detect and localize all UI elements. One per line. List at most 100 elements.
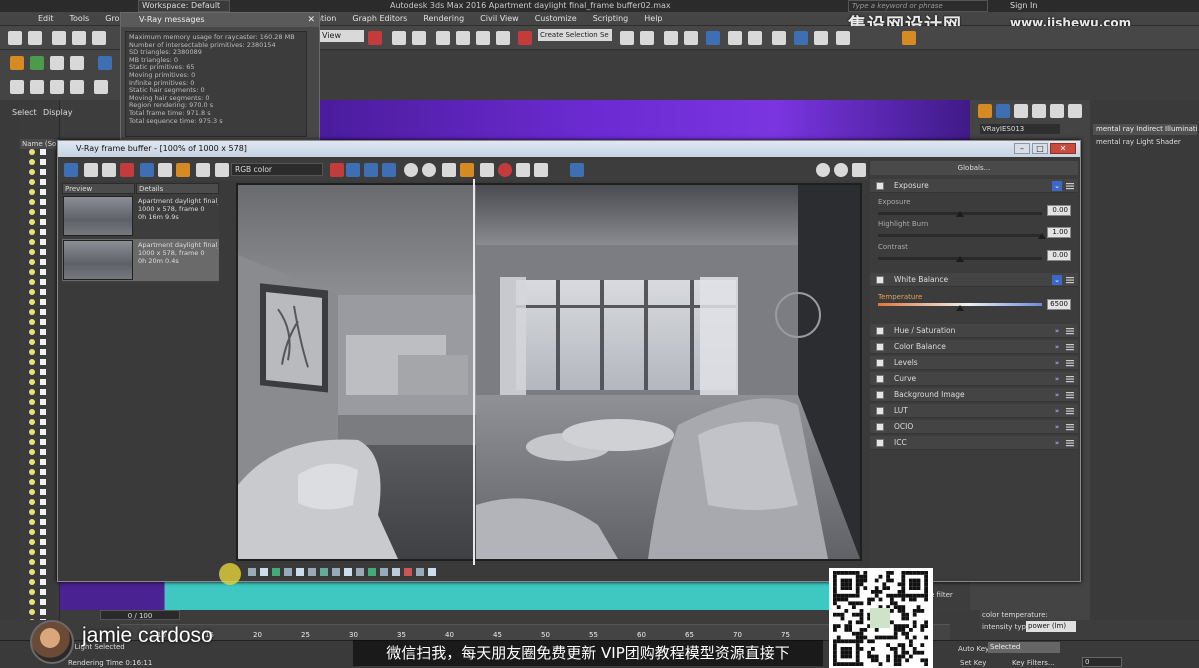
follow-mouse-icon[interactable] (534, 163, 548, 177)
slider-knob[interactable] (956, 211, 964, 217)
compare-b-icon[interactable] (176, 163, 190, 177)
vray-light-icon[interactable] (10, 80, 24, 94)
temperature-slider[interactable] (878, 303, 1042, 311)
close-icon[interactable]: ✕ (307, 13, 315, 27)
collapse-icon[interactable]: ⌄ (1052, 275, 1062, 285)
vray-dome-icon[interactable] (70, 80, 84, 94)
select-object-icon[interactable] (368, 31, 382, 45)
load-icon[interactable] (460, 163, 474, 177)
percent-snap-icon[interactable] (476, 31, 490, 45)
workspace-dropdown[interactable]: Workspace: Default (138, 0, 230, 12)
region-render-icon[interactable] (516, 163, 530, 177)
key-filters-button[interactable]: Key Filters... (1012, 659, 1055, 667)
blue-channel-icon[interactable] (382, 163, 396, 177)
layer-menu-icon[interactable] (1066, 407, 1074, 415)
red-channel-icon[interactable] (346, 163, 360, 177)
tab-display[interactable]: Display (43, 108, 73, 117)
exposure-slider[interactable] (878, 211, 1042, 217)
layer-checkbox[interactable] (876, 423, 884, 431)
close-button[interactable]: ✕ (1050, 143, 1076, 154)
rendered-image[interactable] (236, 183, 862, 561)
spinner-snap-icon[interactable] (496, 31, 510, 45)
white-balance-layer-header[interactable]: White Balance ⌄ (870, 273, 1078, 287)
contrast-slider[interactable] (878, 256, 1042, 262)
exposure-layer-header[interactable]: Exposure ⌄ (870, 179, 1078, 193)
highlight-burn-value-field[interactable]: 1.00 (1047, 227, 1071, 238)
menu-icon[interactable] (215, 163, 229, 177)
time-slider[interactable]: 0 / 100 (100, 610, 180, 620)
viewport-top[interactable] (320, 100, 970, 140)
render-setup-icon[interactable] (772, 31, 786, 45)
layer-menu-icon[interactable] (1066, 182, 1074, 190)
expand-icon[interactable]: » (1052, 358, 1062, 368)
vray-toolbar-icon[interactable] (902, 31, 916, 45)
minimize-button[interactable]: – (1014, 143, 1030, 154)
correction-layer-icc[interactable]: ICC » (870, 436, 1078, 450)
expand-icon[interactable]: » (1052, 406, 1062, 416)
sign-in-link[interactable]: Sign In (1010, 0, 1037, 12)
correction-layer-hue-saturation[interactable]: Hue / Saturation » (870, 324, 1078, 338)
utilities-tab-icon[interactable] (1068, 104, 1082, 118)
save-icon[interactable] (442, 163, 456, 177)
set-key-button[interactable]: Set Key (960, 659, 986, 667)
collapse-icon[interactable]: ⌄ (1052, 181, 1062, 191)
expand-icon[interactable]: » (1052, 342, 1062, 352)
expand-icon[interactable]: » (1052, 374, 1062, 384)
expand-icon[interactable]: » (1052, 422, 1062, 432)
modify-tab-icon[interactable] (996, 104, 1010, 118)
stop-render-icon[interactable] (120, 163, 134, 177)
layer-menu-icon[interactable] (1066, 391, 1074, 399)
contrast-value-field[interactable]: 0.00 (1047, 250, 1071, 261)
ribbon-icon[interactable] (684, 31, 698, 45)
history-item-selected[interactable]: Apartment daylight final_ 1000 x 578, fr… (62, 239, 219, 281)
snap-icon[interactable] (436, 31, 450, 45)
rc-icon[interactable] (98, 56, 112, 70)
mirror-icon[interactable] (620, 31, 634, 45)
stop-icon[interactable] (498, 163, 512, 177)
history-item[interactable]: Apartment daylight final_ 1000 x 578, fr… (62, 195, 219, 237)
correction-layer-color-balance[interactable]: Color Balance » (870, 340, 1078, 354)
correction-layer-background-image[interactable]: Background Image » (870, 388, 1078, 402)
menu-edit[interactable]: Edit (30, 14, 62, 23)
alpha-channel-icon[interactable] (404, 163, 418, 177)
motion-tab-icon[interactable] (1032, 104, 1046, 118)
layer-menu-icon[interactable] (1066, 439, 1074, 447)
globals-button[interactable]: Globals... (870, 161, 1078, 175)
layer-menu-icon[interactable] (1066, 327, 1074, 335)
auto-key-button[interactable]: Auto Key (958, 645, 989, 653)
mono-channel-icon[interactable] (422, 163, 436, 177)
viewport-bottom[interactable] (60, 582, 930, 610)
exposure-checkbox[interactable] (876, 182, 884, 190)
schematic-view-icon[interactable] (728, 31, 742, 45)
create-tab-icon[interactable] (978, 104, 992, 118)
correction-layer-lut[interactable]: LUT » (870, 404, 1078, 418)
unlink-icon[interactable] (72, 31, 86, 45)
layer-checkbox[interactable] (876, 327, 884, 335)
correction-layer-ocio[interactable]: OCIO » (870, 420, 1078, 434)
green-channel-icon[interactable] (364, 163, 378, 177)
vray-camera-icon[interactable] (94, 80, 108, 94)
slider-knob[interactable] (1038, 233, 1046, 239)
highlight-burn-slider[interactable] (878, 233, 1046, 239)
redo-icon[interactable] (28, 31, 42, 45)
current-frame-field[interactable]: 0 (1082, 657, 1122, 667)
track-mouse-icon[interactable] (196, 163, 210, 177)
move-icon[interactable] (392, 31, 406, 45)
key-selection-dropdown[interactable]: Selected (988, 642, 1060, 653)
render-production-icon[interactable] (814, 31, 828, 45)
layer-checkbox[interactable] (876, 407, 884, 415)
expand-icon[interactable]: » (1052, 390, 1062, 400)
maximize-button[interactable]: □ (1032, 143, 1048, 154)
tab-select[interactable]: Select (12, 108, 37, 117)
reference-coordinate-dropdown[interactable]: View (320, 30, 364, 42)
menu-graph-editors[interactable]: Graph Editors (344, 14, 415, 23)
vray-plane-icon[interactable] (70, 56, 84, 70)
temperature-value-field[interactable]: 6500 (1047, 299, 1071, 310)
color-picker-icon[interactable] (330, 163, 344, 177)
shader-list-item[interactable]: mental ray Indirect Illumination (1093, 124, 1197, 135)
curve-editor-icon[interactable] (706, 31, 720, 45)
bind-spacewarp-icon[interactable] (92, 31, 106, 45)
correction-layer-curve[interactable]: Curve » (870, 372, 1078, 386)
lens-effects-icon[interactable] (570, 163, 584, 177)
history-toggle-icon[interactable] (140, 163, 154, 177)
